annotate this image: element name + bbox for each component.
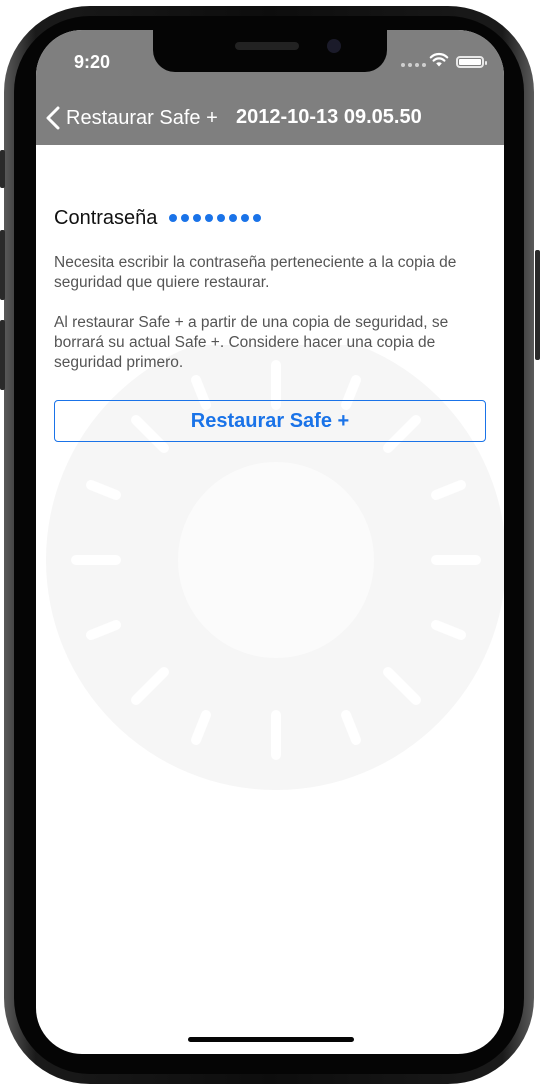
password-mask-dot [217, 214, 226, 222]
volume-up-button [0, 230, 5, 300]
password-mask-dot [253, 214, 262, 222]
volume-down-button [0, 320, 5, 390]
screen: 9:20 Restaurar Safe + 2012-10-13 09.05.5… [36, 30, 504, 1054]
password-mask-dot [205, 214, 214, 222]
chevron-left-icon [46, 106, 60, 130]
wifi-icon [429, 52, 449, 67]
home-indicator[interactable] [188, 1037, 354, 1042]
notch [153, 30, 387, 72]
signal-dots-icon [401, 54, 429, 67]
password-mask-dot [241, 214, 250, 222]
speaker-grille [235, 42, 299, 50]
restore-button[interactable]: Restaurar Safe + [54, 400, 486, 442]
status-time: 9:20 [74, 52, 111, 72]
password-field[interactable] [169, 214, 265, 222]
power-button [535, 250, 540, 360]
password-mask-dot [169, 214, 178, 222]
password-row[interactable]: Contraseña [54, 203, 494, 233]
back-button[interactable]: Restaurar Safe + [46, 103, 218, 133]
navigation-bar: 9:20 Restaurar Safe + 2012-10-13 09.05.5… [36, 30, 504, 145]
password-mask-dot [181, 214, 190, 222]
front-camera [327, 39, 341, 53]
page-title: 2012-10-13 09.05.50 [236, 106, 422, 128]
battery-icon [456, 56, 487, 68]
password-mask-dot [229, 214, 238, 222]
content-area: Contraseña Necesita escribir la contrase… [36, 145, 504, 1054]
silent-switch [0, 150, 5, 188]
help-text-warning: Al restaurar Safe + a partir de una copi… [54, 314, 449, 371]
password-mask-dot [193, 214, 202, 222]
password-label: Contraseña [54, 206, 158, 229]
back-button-label: Restaurar Safe + [66, 106, 218, 129]
help-text-password: Necesita escribir la contraseña pertenec… [54, 254, 457, 291]
